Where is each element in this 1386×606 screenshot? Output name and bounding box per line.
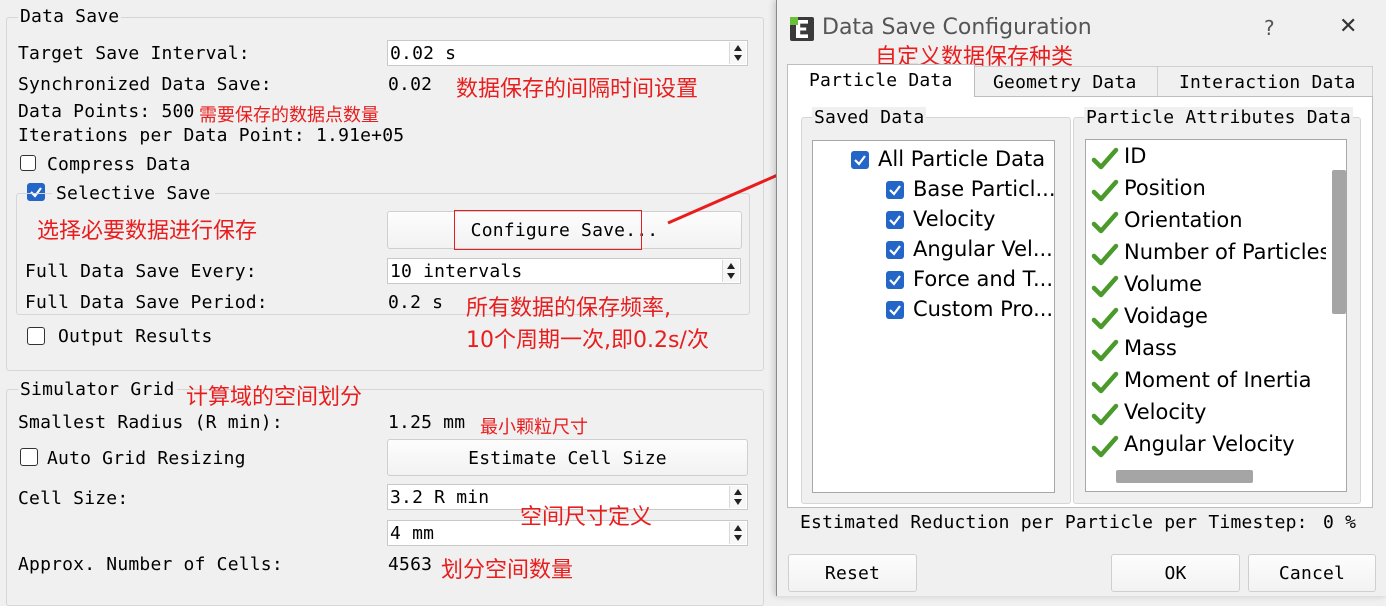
checkmark-icon [1091, 402, 1119, 428]
attribute-label: Mass [1124, 336, 1177, 360]
attribute-label: Voidage [1124, 304, 1208, 328]
attribute-label: Moment of Inertia [1124, 368, 1312, 392]
tab-interaction-data[interactable]: Interaction Data [1157, 66, 1373, 96]
item-checkbox[interactable] [886, 301, 904, 319]
item-checkbox[interactable] [851, 151, 869, 169]
checkmark-icon [1091, 242, 1119, 268]
saved-item-label: Base Particl... [913, 177, 1056, 201]
saved-item-label: All Particle Data [878, 147, 1046, 171]
attributes-list: ID Position Orientation Number of Particles… [1085, 139, 1347, 492]
attribute-label: Volume [1124, 272, 1203, 296]
item-checkbox[interactable] [886, 271, 904, 289]
data-save-config-dialog: Data Save Configuration ? ✕ 自定义数据保存种类 Pa… [776, 0, 1386, 596]
cancel-button[interactable]: Cancel [1248, 554, 1376, 592]
attribute-label: Number of Particles [1124, 240, 1331, 264]
checkmark-icon [1091, 178, 1119, 204]
checkmark-icon [1091, 146, 1119, 172]
checkmark-icon [1091, 370, 1119, 396]
saved-item-label: Angular Vel... [913, 237, 1053, 261]
horizontal-scroll-thumb[interactable] [1116, 470, 1253, 483]
close-icon[interactable]: ✕ [1339, 14, 1357, 39]
checkmark-icon [1091, 306, 1119, 332]
attribute-label: Velocity [1124, 400, 1207, 424]
attribute-label: ID [1124, 144, 1147, 168]
attribute-label: Angular Velocity [1124, 432, 1295, 456]
item-checkbox[interactable] [886, 211, 904, 229]
checkmark-icon [1091, 434, 1119, 460]
checkmark-icon [1091, 338, 1119, 364]
dialog-title: Data Save Configuration [822, 15, 1092, 40]
attribute-label: Position [1124, 176, 1206, 200]
estimated-reduction-label: Estimated Reduction per Particle per Tim… [800, 512, 1308, 533]
saved-data-title: Saved Data [812, 107, 927, 128]
checkmark-icon [1091, 210, 1119, 236]
tab-geometry-data[interactable]: Geometry Data [974, 66, 1158, 96]
tab-particle-data[interactable]: Particle Data [787, 64, 975, 97]
saved-data-tree: All Particle Data Base Particl... Velocity… [812, 140, 1056, 493]
vertical-scrollbar[interactable] [1326, 140, 1346, 462]
horizontal-scrollbar[interactable] [1086, 461, 1346, 491]
item-checkbox[interactable] [886, 241, 904, 259]
help-icon[interactable]: ? [1264, 16, 1275, 40]
saved-item-label: Force and T... [913, 267, 1054, 291]
estimated-reduction-value: 0 % [1323, 512, 1357, 533]
app-logo-icon [790, 17, 814, 41]
item-checkbox[interactable] [886, 181, 904, 199]
attributes-title: Particle Attributes Data [1084, 107, 1353, 128]
saved-item-label: Velocity [913, 207, 996, 231]
ok-button[interactable]: OK [1111, 554, 1240, 592]
checkmark-icon [1091, 274, 1119, 300]
reset-button[interactable]: Reset [788, 554, 917, 592]
vertical-scroll-thumb[interactable] [1332, 170, 1346, 314]
saved-item-label: Custom Pro... [913, 297, 1054, 321]
attribute-label: Orientation [1124, 208, 1243, 232]
